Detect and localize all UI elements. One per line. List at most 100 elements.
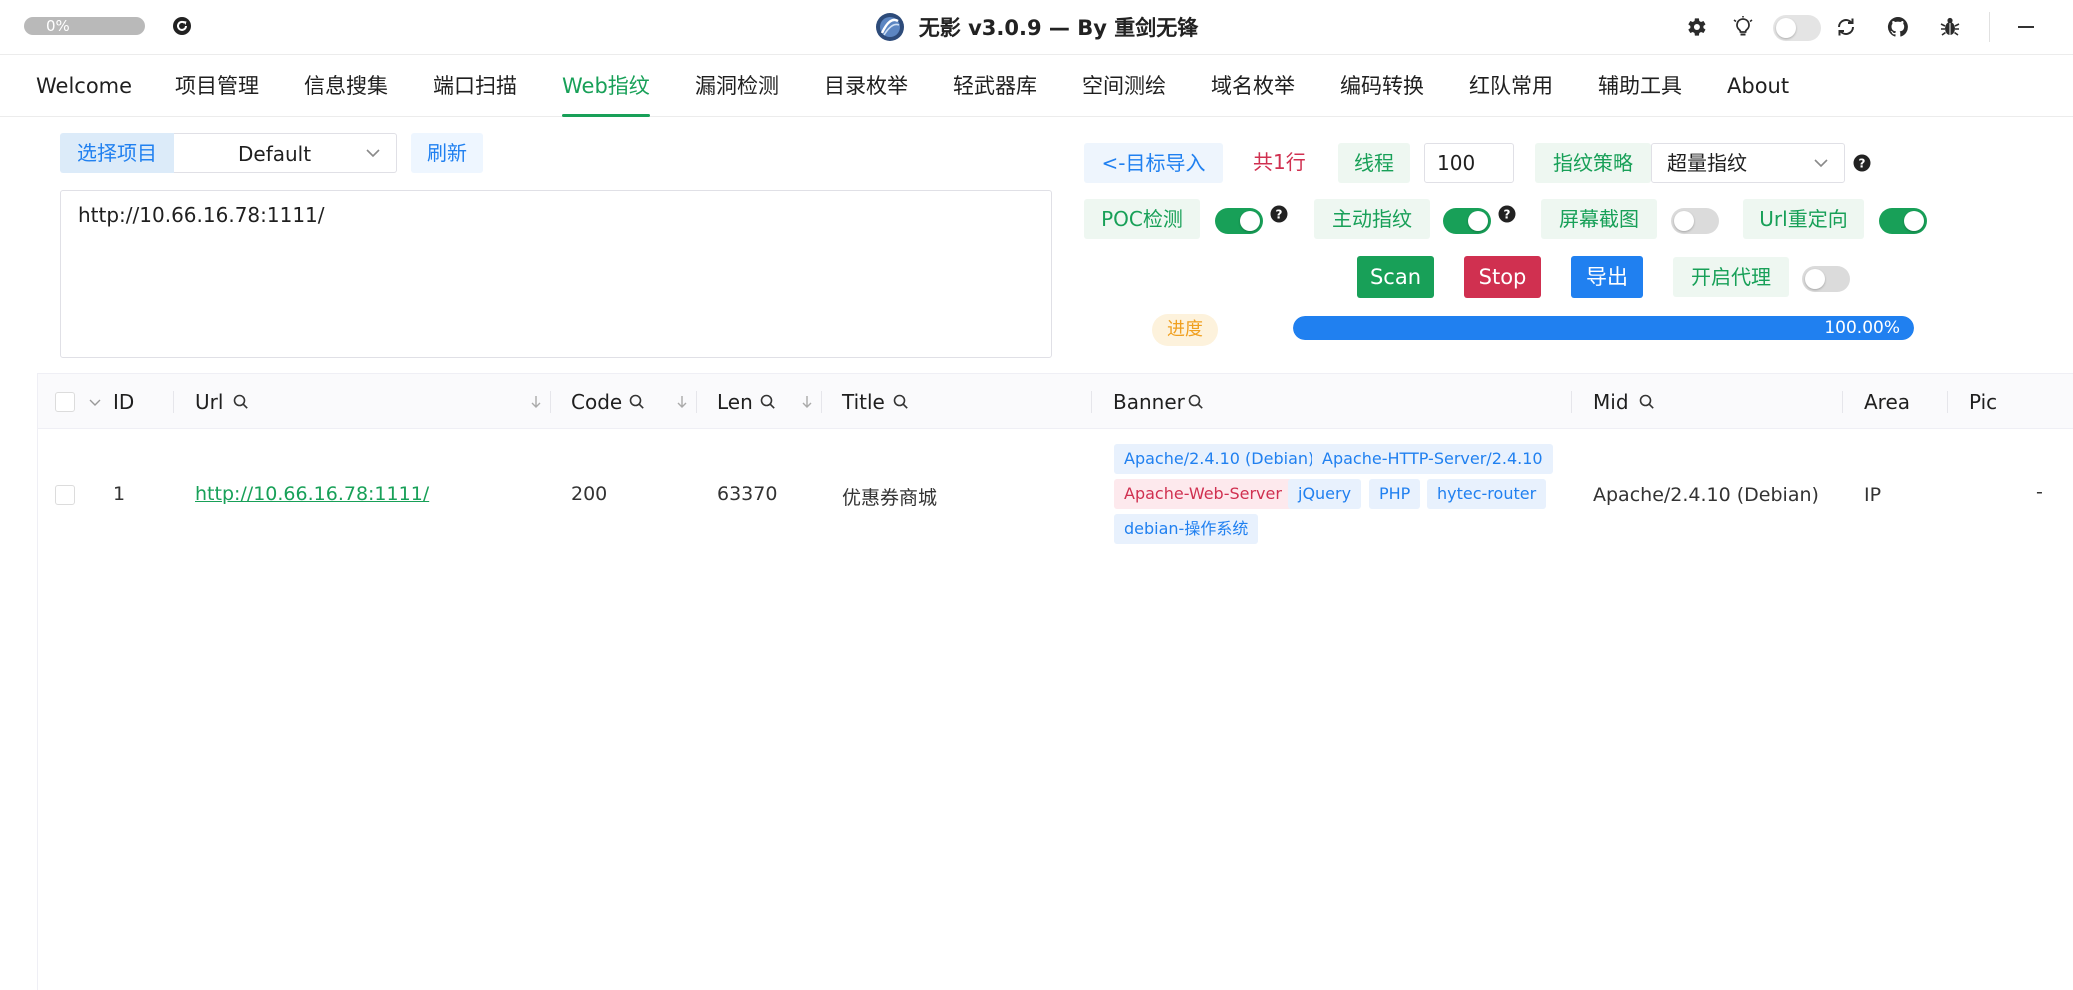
help-icon[interactable]: ? [1270,205,1288,223]
chevron-down-icon[interactable] [89,397,101,407]
screenshot-switch[interactable] [1671,208,1719,234]
lightbulb-icon[interactable] [1731,15,1755,39]
proxy-label: 开启代理 [1673,257,1789,297]
tab-port-scan[interactable]: 端口扫描 [433,55,517,117]
col-area[interactable]: Area [1864,374,1910,430]
banner-tag: Apache/2.4.10 (Debian) [1114,444,1325,474]
tab-aux-tools[interactable]: 辅助工具 [1598,55,1682,117]
refresh-icon[interactable] [1834,15,1858,39]
active-fingerprint-switch[interactable] [1443,208,1491,234]
select-all-checkbox[interactable] [55,392,75,412]
search-icon[interactable] [629,394,645,410]
banner-tag: debian-操作系统 [1114,514,1259,544]
active-fingerprint-label: 主动指纹 [1314,199,1430,239]
url-redirect-label: Url重定向 [1743,199,1864,239]
tab-welcome[interactable]: Welcome [36,55,132,117]
target-input[interactable]: http://10.66.16.78:1111/ [60,190,1052,358]
column-divider[interactable] [173,391,174,413]
scan-progress-bar: 100.00% [1293,316,1914,340]
help-icon[interactable]: ? [1853,154,1871,172]
search-icon[interactable] [233,394,249,410]
search-icon[interactable] [1639,394,1655,410]
column-divider[interactable] [1947,391,1948,413]
col-title[interactable]: Title [842,374,885,430]
col-mid[interactable]: Mid [1593,374,1629,430]
col-id[interactable]: ID [113,374,134,430]
tab-about[interactable]: About [1727,55,1789,117]
scan-progress-fill: 100.00% [1293,316,1914,340]
sort-icon[interactable] [799,394,815,410]
cell-area: IP [1864,484,1882,506]
column-divider[interactable] [1091,391,1092,413]
banner-tag: jQuery [1288,479,1362,509]
column-divider[interactable] [1571,391,1572,413]
column-divider[interactable] [1842,391,1843,413]
tab-project-management[interactable]: 项目管理 [175,55,259,117]
app-window: { "titlebar": { "update_progress": "0%",… [0,0,2073,990]
cell-len: 63370 [717,483,778,505]
table-header: ID Url Code Len Title Banner Mid Area Pi… [38,373,2073,429]
bug-icon[interactable] [1938,15,1962,39]
minimize-icon[interactable] [2018,26,2034,28]
url-redirect-switch[interactable] [1879,208,1927,234]
banner-tag: Apache-Web-Server [1114,479,1292,509]
sort-icon[interactable] [674,394,690,410]
tab-domain-enum[interactable]: 域名枚举 [1211,55,1295,117]
window-title: 无影 v3.0.9 — By 重剑无锋 [918,16,1199,40]
column-divider[interactable] [821,391,822,413]
proxy-switch[interactable] [1802,266,1850,292]
col-pic[interactable]: Pic [1969,374,1997,430]
column-divider[interactable] [696,391,697,413]
col-url[interactable]: Url [195,374,223,430]
select-project-button[interactable]: 选择项目 [60,133,174,173]
gear-icon[interactable] [1684,15,1708,39]
strategy-select[interactable]: 超量指纹 [1651,143,1845,183]
reload-icon[interactable] [172,16,192,36]
cell-code: 200 [571,483,608,505]
tab-cyberspace-mapping[interactable]: 空间测绘 [1082,55,1166,117]
cell-pic: - [2036,481,2043,503]
tab-info-gathering[interactable]: 信息搜集 [304,55,388,117]
table-row[interactable]: 1 http://10.66.16.78:1111/ 200 63370 优惠券… [38,429,2073,559]
search-icon[interactable] [1188,394,1204,410]
tab-encoding[interactable]: 编码转换 [1340,55,1424,117]
col-banner[interactable]: Banner [1113,374,1185,430]
col-code[interactable]: Code [571,374,622,430]
chevron-down-icon [366,149,380,158]
search-icon[interactable] [760,394,776,410]
column-divider[interactable] [550,391,551,413]
banner-tag: PHP [1369,479,1421,509]
tab-light-arsenal[interactable]: 轻武器库 [953,55,1037,117]
help-icon[interactable]: ? [1498,205,1516,223]
title-bar: 0% 无影 v3.0.9 — By 重剑无锋 [0,0,2073,54]
scan-button[interactable]: Scan [1357,256,1434,298]
cell-title: 优惠券商城 [842,487,938,509]
tab-dir-enum[interactable]: 目录枚举 [824,55,908,117]
sun-icon [1776,18,1796,38]
threads-label: 线程 [1338,143,1410,183]
poc-detection-switch[interactable] [1215,208,1263,234]
import-targets-button[interactable]: <-目标导入 [1084,143,1223,183]
cell-mid: Apache/2.4.10 (Debian) [1593,484,1819,506]
col-len[interactable]: Len [717,374,753,430]
refresh-button[interactable]: 刷新 [411,133,483,173]
cell-url-link[interactable]: http://10.66.16.78:1111/ [195,483,429,505]
strategy-select-value: 超量指纹 [1667,151,1747,175]
tab-web-fingerprint[interactable]: Web指纹 [562,55,650,117]
cell-id: 1 [113,483,126,505]
row-checkbox[interactable] [55,485,75,505]
threads-input[interactable]: 100 [1424,143,1514,183]
banner-tag: Apache-HTTP-Server/2.4.10 [1312,444,1553,474]
github-icon[interactable] [1886,15,1910,39]
tab-red-team[interactable]: 红队常用 [1469,55,1553,117]
stop-button[interactable]: Stop [1464,256,1541,298]
search-icon[interactable] [893,394,909,410]
project-select-value: Default [238,142,312,166]
svg-text:?: ? [1859,157,1866,171]
sort-icon[interactable] [528,394,544,410]
line-count: 共1行 [1253,150,1306,174]
project-select[interactable]: Default [174,133,397,173]
tab-vuln-detection[interactable]: 漏洞检测 [695,55,779,117]
theme-toggle[interactable] [1773,15,1821,41]
export-button[interactable]: 导出 [1571,256,1643,298]
